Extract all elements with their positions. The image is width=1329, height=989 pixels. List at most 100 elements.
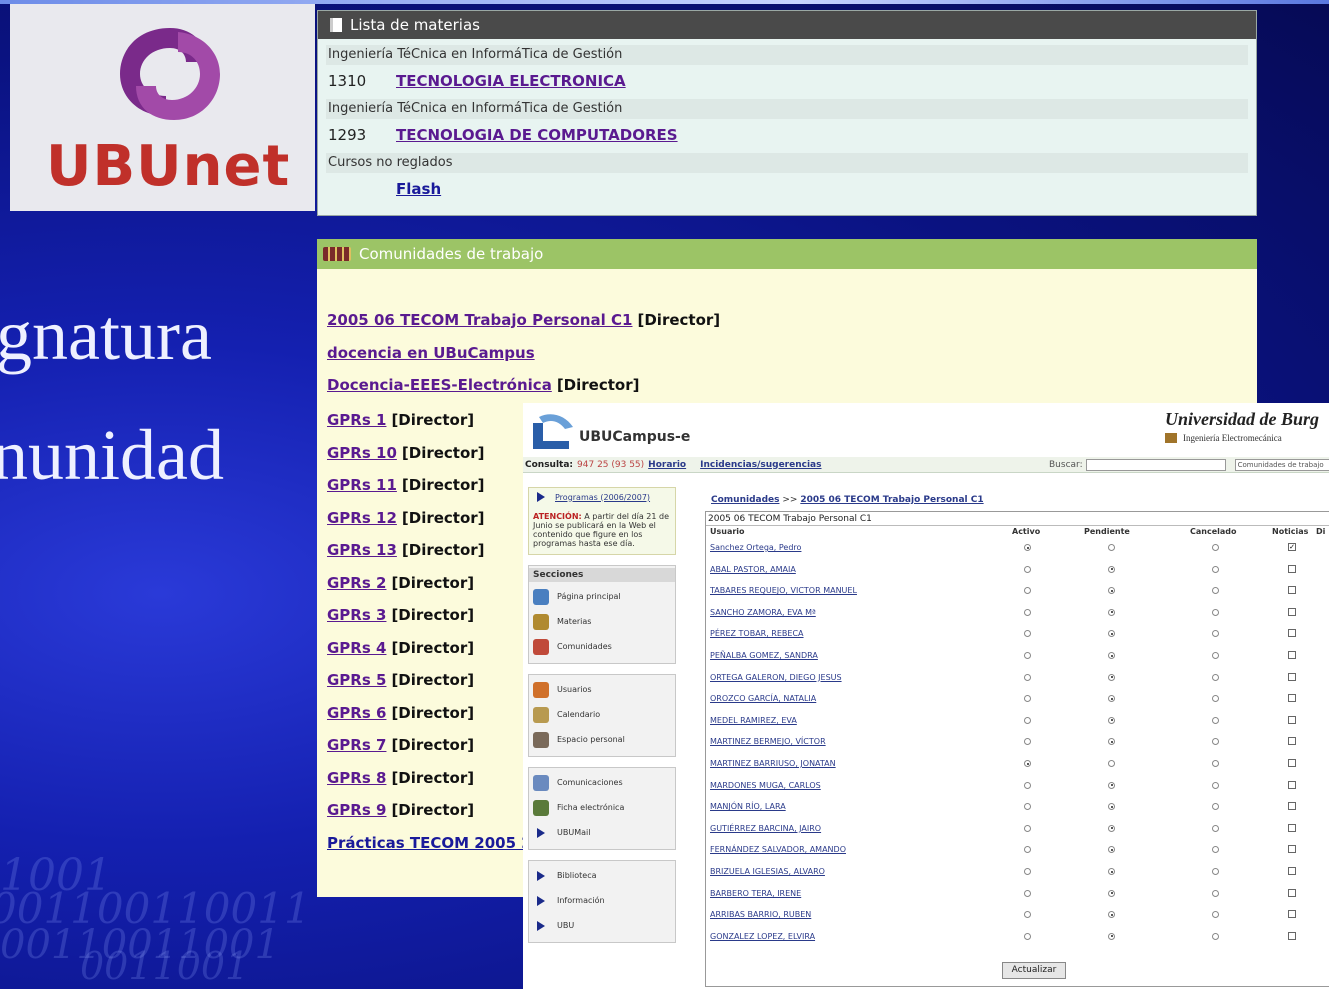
- community-link[interactable]: 2005 06 TECOM Trabajo Personal C1: [327, 311, 633, 329]
- activo-radio[interactable]: [1024, 738, 1031, 746]
- member-name-link[interactable]: PEÑALBA GOMEZ, SANDRA: [710, 651, 818, 660]
- sidebar-item[interactable]: Biblioteca: [529, 863, 675, 888]
- member-name-link[interactable]: BARBERO TERA, IRENE: [710, 889, 801, 898]
- cancelado-radio[interactable]: [1212, 868, 1219, 875]
- community-link[interactable]: Prácticas TECOM 2005 20: [327, 834, 542, 852]
- pendiente-radio[interactable]: [1108, 738, 1115, 746]
- sidebar-item[interactable]: Espacio personal: [529, 727, 675, 752]
- subject-link[interactable]: TECNOLOGIA ELECTRONICA: [396, 72, 626, 90]
- community-link[interactable]: GPRs 10: [327, 444, 397, 462]
- community-link[interactable]: GPRs 1: [327, 411, 386, 429]
- cancelado-radio[interactable]: [1212, 544, 1219, 551]
- noticias-checkbox[interactable]: ✓: [1288, 543, 1296, 551]
- activo-radio[interactable]: [1024, 932, 1031, 940]
- activo-radio[interactable]: [1024, 716, 1031, 724]
- activo-radio[interactable]: [1024, 673, 1031, 681]
- member-name-link[interactable]: MARTINEZ BARRIUSO, JONATAN: [710, 759, 836, 768]
- pendiente-radio[interactable]: [1108, 695, 1115, 703]
- noticias-checkbox[interactable]: [1288, 629, 1296, 638]
- community-link[interactable]: GPRs 2: [327, 574, 386, 592]
- incidencias-link[interactable]: Incidencias/sugerencias: [700, 460, 821, 470]
- activo-radio[interactable]: [1024, 587, 1031, 595]
- cancelado-radio[interactable]: [1212, 932, 1219, 940]
- horario-link[interactable]: Horario: [648, 460, 686, 470]
- noticias-checkbox[interactable]: [1288, 737, 1296, 746]
- sidebar-item[interactable]: Comunidades: [529, 634, 675, 659]
- member-name-link[interactable]: BRIZUELA IGLESIAS, ALVARO: [710, 867, 825, 876]
- pendiente-radio[interactable]: [1108, 889, 1115, 897]
- sidebar-item[interactable]: Calendario: [529, 702, 675, 727]
- activo-radio[interactable]: [1024, 760, 1031, 767]
- cancelado-radio[interactable]: [1212, 911, 1219, 919]
- activo-radio[interactable]: [1024, 544, 1031, 551]
- pendiente-radio[interactable]: [1108, 652, 1115, 659]
- noticias-checkbox[interactable]: [1288, 910, 1296, 919]
- sidebar-item[interactable]: Página principal: [529, 584, 675, 609]
- member-name-link[interactable]: ARRIBAS BARRIO, RUBEN: [710, 910, 811, 919]
- sidebar-item[interactable]: Información: [529, 888, 675, 913]
- community-link[interactable]: GPRs 4: [327, 639, 386, 657]
- activo-radio[interactable]: [1024, 846, 1031, 854]
- cancelado-radio[interactable]: [1212, 652, 1219, 659]
- member-name-link[interactable]: GONZALEZ LOPEZ, ELVIRA: [710, 932, 815, 941]
- member-name-link[interactable]: OROZCO GARCÍA, NATALIA: [710, 694, 816, 703]
- noticias-checkbox[interactable]: [1288, 888, 1296, 897]
- pendiente-radio[interactable]: [1108, 565, 1115, 573]
- member-name-link[interactable]: GUTIÉRREZ BARCINA, JAIRO: [710, 824, 821, 833]
- noticias-checkbox[interactable]: [1288, 780, 1296, 789]
- community-link[interactable]: GPRs 5: [327, 671, 386, 689]
- pendiente-radio[interactable]: [1108, 544, 1115, 551]
- search-input[interactable]: [1085, 459, 1226, 471]
- cancelado-radio[interactable]: [1212, 824, 1219, 832]
- activo-radio[interactable]: [1024, 608, 1031, 616]
- activo-radio[interactable]: [1024, 781, 1031, 789]
- noticias-checkbox[interactable]: [1288, 715, 1296, 724]
- pendiente-radio[interactable]: [1108, 781, 1115, 789]
- actualizar-button[interactable]: Actualizar: [1002, 962, 1066, 979]
- breadcrumb-root[interactable]: Comunidades: [711, 495, 779, 505]
- member-name-link[interactable]: MANJÓN RÍO, LARA: [710, 802, 786, 811]
- noticias-checkbox[interactable]: [1288, 651, 1296, 659]
- cancelado-radio[interactable]: [1212, 803, 1219, 811]
- sidebar-item[interactable]: Usuarios: [529, 677, 675, 702]
- community-link[interactable]: GPRs 13: [327, 541, 397, 559]
- member-name-link[interactable]: ORTEGA GALERON, DIEGO JESUS: [710, 673, 842, 682]
- community-link[interactable]: GPRs 6: [327, 704, 386, 722]
- programas-link[interactable]: Programas (2006/2007): [533, 492, 671, 502]
- pendiente-radio[interactable]: [1108, 716, 1115, 724]
- member-name-link[interactable]: PÉREZ TOBAR, REBECA: [710, 629, 804, 638]
- noticias-checkbox[interactable]: [1288, 759, 1296, 767]
- noticias-checkbox[interactable]: [1288, 564, 1296, 573]
- cancelado-radio[interactable]: [1212, 565, 1219, 573]
- pendiente-radio[interactable]: [1108, 587, 1115, 595]
- community-link[interactable]: Docencia-EEES-Electrónica: [327, 376, 552, 394]
- cancelado-radio[interactable]: [1212, 716, 1219, 724]
- activo-radio[interactable]: [1024, 652, 1031, 659]
- pendiente-radio[interactable]: [1108, 760, 1115, 767]
- pendiente-radio[interactable]: [1108, 846, 1115, 854]
- noticias-checkbox[interactable]: [1288, 586, 1296, 595]
- member-name-link[interactable]: SANCHO ZAMORA, EVA Mª: [710, 608, 816, 617]
- noticias-checkbox[interactable]: [1288, 694, 1296, 703]
- sidebar-item[interactable]: UBU: [529, 913, 675, 938]
- activo-radio[interactable]: [1024, 695, 1031, 703]
- member-name-link[interactable]: MEDEL RAMIREZ, EVA: [710, 716, 797, 725]
- pendiente-radio[interactable]: [1108, 630, 1115, 638]
- sidebar-item[interactable]: Materias: [529, 609, 675, 634]
- noticias-checkbox[interactable]: [1288, 607, 1296, 616]
- cancelado-radio[interactable]: [1212, 760, 1219, 767]
- cancelado-radio[interactable]: [1212, 673, 1219, 681]
- subject-link[interactable]: Flash: [396, 180, 441, 198]
- noticias-checkbox[interactable]: [1288, 867, 1296, 875]
- pendiente-radio[interactable]: [1108, 911, 1115, 919]
- subject-link[interactable]: TECNOLOGIA DE COMPUTADORES: [396, 126, 678, 144]
- community-link[interactable]: docencia en UBuCampus: [327, 344, 535, 362]
- pendiente-radio[interactable]: [1108, 608, 1115, 616]
- community-link[interactable]: GPRs 12: [327, 509, 397, 527]
- cancelado-radio[interactable]: [1212, 630, 1219, 638]
- member-name-link[interactable]: FERNÁNDEZ SALVADOR, AMANDO: [710, 845, 846, 854]
- noticias-checkbox[interactable]: [1288, 931, 1296, 940]
- community-link[interactable]: GPRs 7: [327, 736, 386, 754]
- sidebar-item[interactable]: UBUMail: [529, 820, 675, 845]
- search-scope-select[interactable]: Comunidades de trabajo: [1234, 459, 1329, 471]
